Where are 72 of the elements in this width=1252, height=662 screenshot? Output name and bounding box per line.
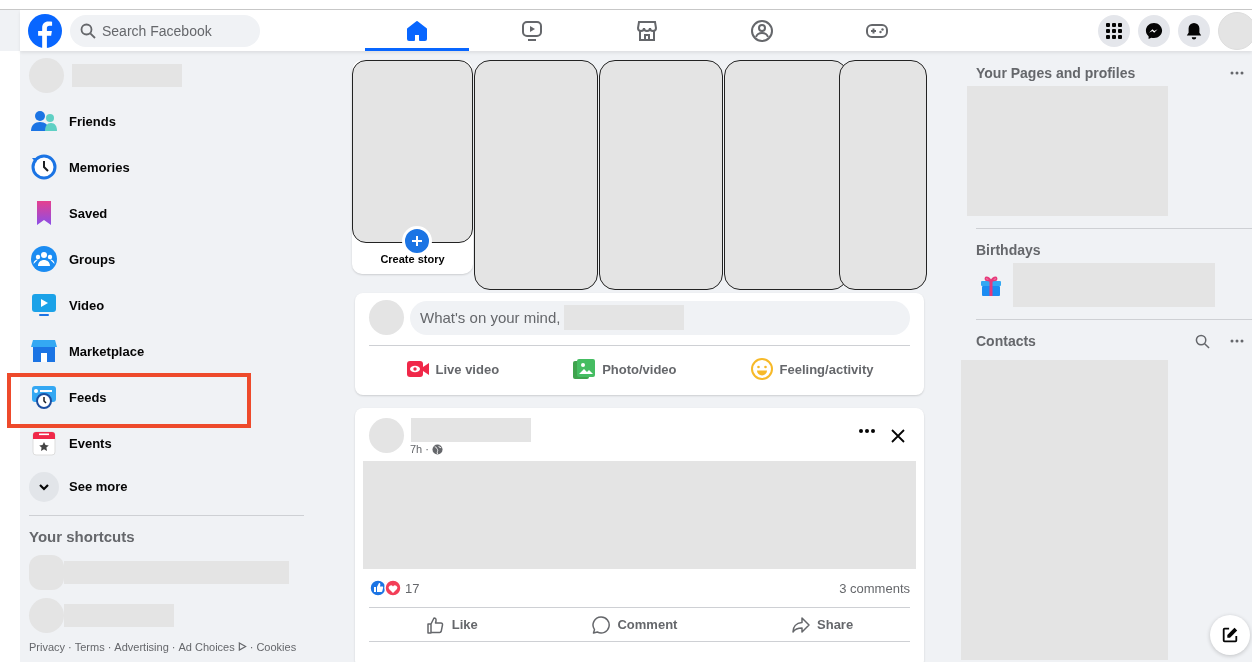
see-more-button[interactable]: See more bbox=[29, 465, 310, 509]
post-action[interactable]: Share bbox=[791, 614, 854, 635]
share-arrow-icon bbox=[791, 614, 812, 635]
section-title: Contacts bbox=[976, 333, 1037, 349]
clock-icon bbox=[30, 153, 58, 181]
post-action[interactable]: Comment bbox=[591, 614, 678, 635]
more-dots-icon bbox=[858, 428, 876, 434]
close-icon bbox=[890, 428, 906, 444]
more-dots-icon bbox=[1230, 71, 1244, 75]
group-icon bbox=[30, 245, 58, 273]
search-icon bbox=[1195, 333, 1210, 349]
sidebar-item[interactable]: Video bbox=[29, 281, 310, 327]
sidebar-item[interactable]: Events bbox=[29, 419, 310, 465]
separator-dot: · bbox=[249, 640, 254, 653]
separator-dot: · bbox=[171, 640, 176, 653]
thumbs-up-icon bbox=[425, 614, 446, 635]
store-icon bbox=[30, 337, 58, 365]
bell-icon bbox=[1185, 21, 1203, 40]
messenger-button[interactable] bbox=[1138, 14, 1170, 47]
store-icon bbox=[635, 18, 659, 43]
feed-clock-icon bbox=[30, 383, 58, 411]
sidebar-item[interactable]: Memories bbox=[29, 143, 310, 189]
footer-link[interactable]: Ad Choices bbox=[178, 640, 235, 653]
create-story-card[interactable]: Create story bbox=[352, 60, 473, 274]
calendar-icon bbox=[30, 429, 58, 457]
plus-icon bbox=[411, 235, 423, 247]
sidebar-item[interactable]: Feeds bbox=[29, 373, 310, 419]
more-dots-icon bbox=[1230, 339, 1244, 343]
section-title: Your shortcuts bbox=[29, 527, 136, 545]
compose-icon bbox=[1221, 626, 1239, 644]
menu-button[interactable] bbox=[1098, 14, 1130, 47]
speech-bubble-icon bbox=[591, 614, 612, 635]
redacted-story-card[interactable] bbox=[474, 60, 598, 290]
section-title: Your Pages and profiles bbox=[976, 65, 1137, 81]
comments-count[interactable]: 3 comments bbox=[839, 580, 910, 596]
section-title: Birthdays bbox=[976, 242, 1042, 258]
smiley-icon bbox=[749, 357, 774, 381]
menu-grid-icon bbox=[1105, 21, 1123, 40]
photo-icon bbox=[572, 357, 597, 381]
author-avatar bbox=[369, 418, 404, 453]
redacted-story-card[interactable] bbox=[839, 60, 927, 290]
sidebar-item[interactable]: Marketplace bbox=[29, 327, 310, 373]
separator-dot: · bbox=[68, 640, 72, 653]
messenger-icon bbox=[1145, 21, 1163, 40]
sidebar-item[interactable]: Groups bbox=[29, 235, 310, 281]
post-input[interactable]: What's on your mind, bbox=[410, 300, 910, 335]
composer-action[interactable]: Feeling/activity bbox=[749, 357, 874, 381]
footer-link[interactable]: Privacy bbox=[29, 640, 66, 653]
composer-action[interactable]: Photo/video bbox=[572, 357, 677, 381]
sidebar-item[interactable]: Friends bbox=[29, 97, 310, 143]
notifications-button[interactable] bbox=[1178, 14, 1210, 47]
reaction-count[interactable]: 17 bbox=[405, 580, 420, 596]
people-icon bbox=[750, 18, 774, 43]
play-triangle-icon bbox=[237, 642, 247, 652]
footer-link[interactable]: Terms bbox=[74, 640, 105, 653]
separator-dot: · bbox=[107, 640, 112, 653]
new-message-button[interactable] bbox=[1210, 615, 1250, 655]
reaction-icons bbox=[369, 579, 403, 597]
sidebar-item[interactable]: Saved bbox=[29, 189, 310, 235]
composer-action[interactable]: Live video bbox=[405, 357, 500, 381]
globe-icon bbox=[431, 443, 443, 455]
facebook-logo[interactable] bbox=[28, 13, 62, 48]
redacted-story-card[interactable] bbox=[599, 60, 723, 290]
video-icon bbox=[30, 291, 58, 319]
video-icon bbox=[520, 18, 544, 43]
post-action[interactable]: Like bbox=[425, 614, 478, 635]
home-icon bbox=[405, 18, 429, 43]
post-time: 7h · bbox=[410, 443, 429, 455]
footer-link[interactable]: Advertising bbox=[114, 640, 169, 653]
user-avatar bbox=[369, 300, 404, 335]
footer-link[interactable]: Cookies bbox=[256, 640, 297, 653]
search-field[interactable]: Search Facebook bbox=[70, 14, 260, 47]
